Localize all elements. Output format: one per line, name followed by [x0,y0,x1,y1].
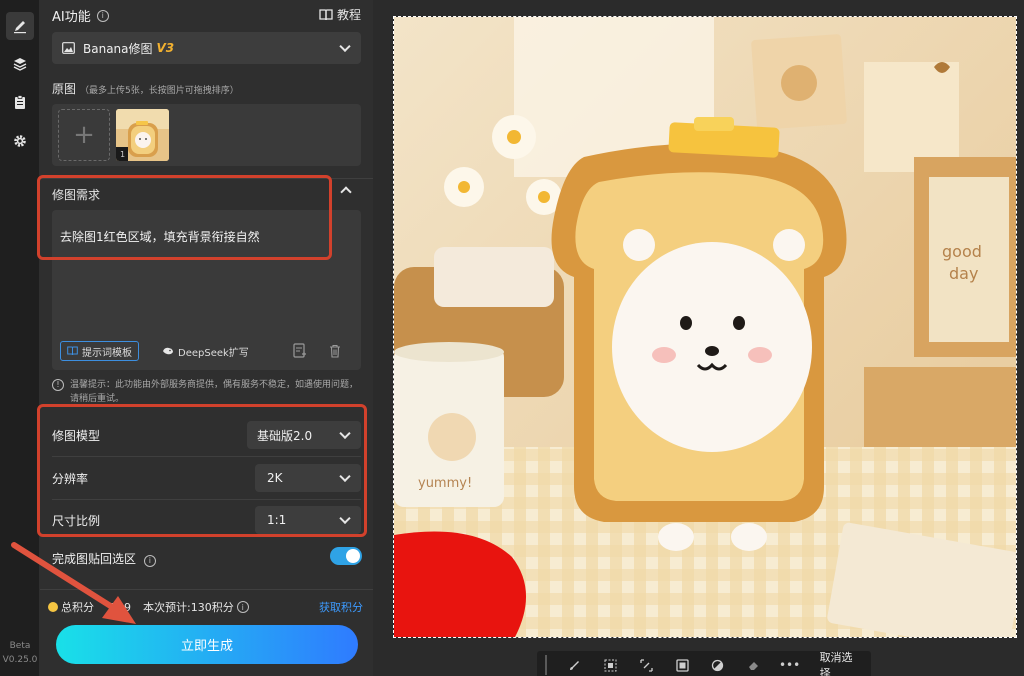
brush-tool[interactable] [565,655,585,675]
info-icon[interactable]: i [96,9,109,22]
ellipsis-icon: ••• [778,658,801,672]
image-icon [62,42,75,54]
pencil-icon [14,21,26,34]
edit-tool-button[interactable] [6,12,34,40]
select-tool[interactable] [601,655,621,675]
clipboard-icon [15,95,25,109]
source-label-text: 原图 [52,82,77,96]
get-points-link[interactable]: 获取积分 [319,599,363,615]
square-icon [675,658,689,672]
source-hint: （最多上传5张，长按图片可拖拽排序） [80,86,239,96]
service-notice: ! 温馨提示：此功能由外部服务商提供，偶有服务不稳定，如遇使用问题，请稍后重试。 [52,378,362,406]
total-points-label: 总积分 [61,601,94,614]
layers-button[interactable] [6,50,34,78]
toolbar-handle [545,655,547,675]
add-image-button[interactable]: + [58,109,110,161]
left-rail: Beta V0.25.0 [0,0,40,676]
coin-icon [48,602,58,612]
feature-select-name: Banana修图 [83,41,153,56]
more-tools[interactable]: ••• [778,655,801,675]
selection-icon [604,659,617,671]
chevron-up-icon[interactable] [340,186,352,198]
document-add-icon[interactable] [293,343,307,359]
lasso-icon [640,658,653,672]
book-icon [319,8,333,20]
trash-icon[interactable] [329,344,341,358]
source-thumbnail[interactable]: 1 [116,109,169,161]
version-beta: Beta [9,641,31,651]
thumbnail-index: 1 [120,150,126,159]
chevron-down-icon [339,40,351,53]
estimated-cost: 本次预计:130积分 [143,601,234,614]
prompt-template-button[interactable]: 提示词模板 [60,341,139,361]
feature-version-badge: V3 [156,41,175,55]
history-button[interactable] [6,88,34,116]
photo-scene: good day yummy! [394,17,1016,637]
deepseek-text: DeepSeek扩写 [178,347,249,359]
brush-icon [570,660,580,670]
edit-image[interactable]: good day yummy! [393,16,1017,638]
source-upload-area: + 1 [52,104,361,166]
footer-divider [40,589,373,590]
panel-title: AI功能 i [52,6,109,25]
lasso-tool[interactable] [637,655,657,675]
settings-button[interactable] [6,127,34,155]
version-number: V0.25.0 [2,655,38,665]
book-open-icon [67,346,78,356]
notice-text: 温馨提示：此功能由外部服务商提供，偶有服务不稳定，如遇使用问题，请稍后重试。 [70,380,359,404]
notice-info-icon: ! [52,379,64,391]
points-info-icon[interactable]: i [236,601,249,613]
tutorial-link[interactable]: 教程 [319,6,361,23]
generate-button[interactable]: 立即生成 [56,625,358,664]
highlight-settings [37,404,367,537]
points-summary: 总积分 239 本次预计:130积分 i [48,599,249,615]
eraser-icon [749,661,759,670]
gear-icon [14,135,26,147]
paste-back-text: 完成图贴回选区 [52,552,137,566]
ai-panel: AI功能 i 教程 Banana修图 V3 原图 （最多上传5张，长按图片可拖拽排… [40,0,373,676]
card-text-good: good [942,242,982,261]
card-text-day: day [949,264,978,283]
deepseek-icon [163,347,173,355]
canvas-toolbar: ••• 取消选择 [537,651,871,676]
paste-back-info-icon[interactable]: i [143,554,156,567]
total-points-value: 239 [110,600,131,614]
cancel-selection-button[interactable]: 取消选择 [820,649,863,676]
contrast-icon [712,659,724,671]
canvas-area: good day yummy! ••• 取消选择 [373,0,1024,676]
paste-back-label: 完成图贴回选区 i [52,550,156,567]
cup-text: yummy! [418,476,472,491]
source-label: 原图 （最多上传5张，长按图片可拖拽排序） [52,80,239,97]
deepseek-expand-button[interactable]: DeepSeek扩写 [156,341,255,361]
panel-title-text: AI功能 [52,10,91,25]
invert-tool[interactable] [708,655,728,675]
layers-icon [13,58,27,71]
highlight-requirement [37,175,332,260]
rect-tool[interactable] [672,655,692,675]
eraser-tool[interactable] [744,655,764,675]
plus-icon: + [73,120,95,150]
prompt-template-text: 提示词模板 [82,347,132,359]
paste-back-toggle[interactable] [330,547,362,565]
tutorial-text: 教程 [336,8,361,22]
app-root: Beta V0.25.0 AI功能 i 教程 Banana修图 V3 原图 （最多… [0,0,1024,676]
feature-select[interactable]: Banana修图 V3 [52,32,361,64]
